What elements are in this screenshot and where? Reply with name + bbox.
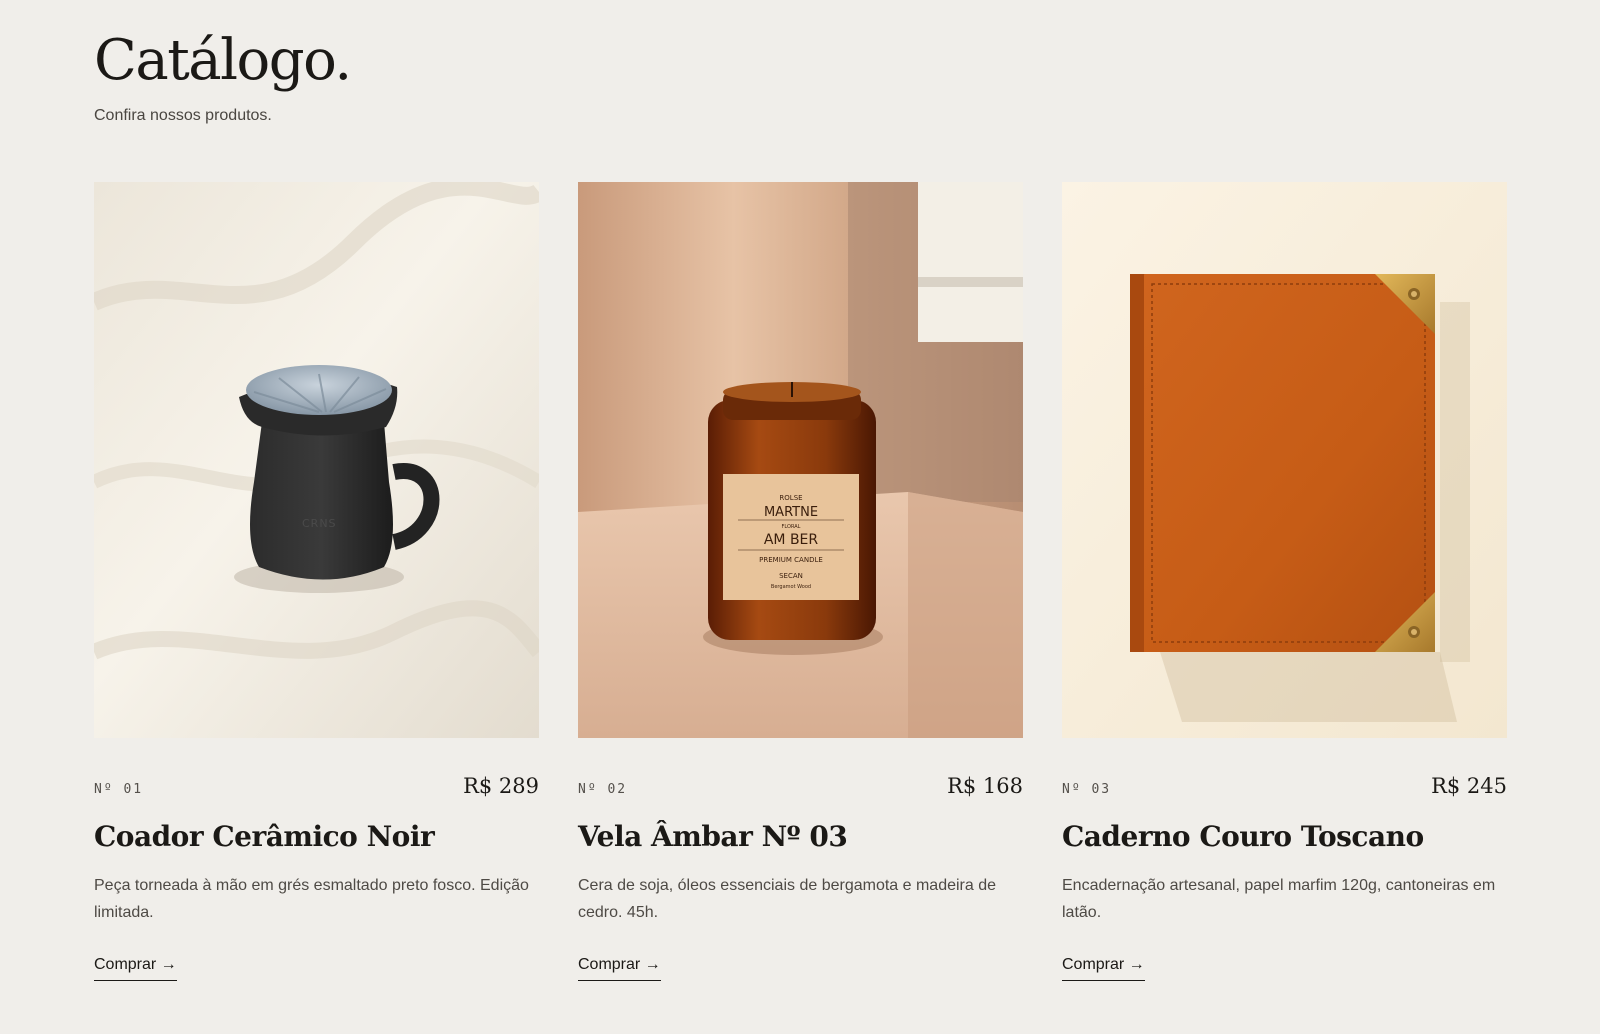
candle-label-line-5: PREMIUM CANDLE [759,556,823,564]
product-name: Coador Cerâmico Noir [94,820,435,853]
ceramic-dripper-photo: CRNS [94,182,539,738]
product-number: Nº 02 [578,782,628,797]
product-meta: Nº 03 R$ 245 [1062,774,1507,800]
buy-button[interactable]: Comprar → [94,956,177,981]
product-description: Encadernação artesanal, papel marfim 120… [1062,877,1496,921]
product-price: R$ 245 [1431,774,1507,798]
product-card-vela: ROLSE MARTNE FLORAL AM BER PREMIUM CANDL… [578,182,1023,981]
product-number: Nº 01 [94,782,144,797]
product-meta: Nº 01 R$ 289 [94,774,539,800]
candle-label-line-1: ROLSE [779,494,802,502]
product-name: Vela Âmbar Nº 03 [578,820,848,853]
product-price: R$ 168 [947,774,1023,798]
product-card-coador: CRNS Nº 01 R$ 289 Coador Cerâmico Noir P… [94,182,539,981]
page-subtitle: Confira nossos produtos. [94,107,272,124]
product-image-caderno[interactable] [1062,182,1507,738]
product-number: Nº 03 [1062,782,1112,797]
candle-label-line-6: SECAN [779,572,803,580]
dripper-brand-text: CRNS [302,517,337,530]
product-name: Caderno Couro Toscano [1062,820,1424,853]
product-description: Peça torneada à mão em grés esmaltado pr… [94,877,529,921]
leather-notebook-photo [1062,182,1507,738]
product-card-caderno: Nº 03 R$ 245 Caderno Couro Toscano Encad… [1062,182,1507,981]
candle-label-line-7: Bergamot Wood [771,584,811,590]
product-image-coador[interactable]: CRNS [94,182,539,738]
page-title: Catálogo. [94,28,352,93]
product-grid: CRNS Nº 01 R$ 289 Coador Cerâmico Noir P… [94,182,1507,981]
product-price: R$ 289 [463,774,539,798]
candle-label-line-4: AM BER [764,532,819,548]
product-image-vela[interactable]: ROLSE MARTNE FLORAL AM BER PREMIUM CANDL… [578,182,1023,738]
candle-label-line-2: MARTNE [764,505,818,520]
amber-candle-photo: ROLSE MARTNE FLORAL AM BER PREMIUM CANDL… [578,182,1023,738]
product-meta: Nº 02 R$ 168 [578,774,1023,800]
catalog-header: Catálogo. Confira nossos produtos. [94,26,352,125]
product-description: Cera de soja, óleos essenciais de bergam… [578,877,997,921]
buy-button[interactable]: Comprar → [1062,956,1145,981]
candle-label-line-3: FLORAL [782,524,801,530]
buy-button[interactable]: Comprar → [578,956,661,981]
